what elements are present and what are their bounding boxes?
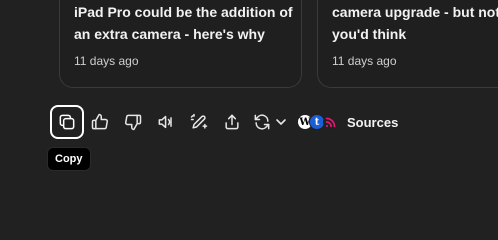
- source-card[interactable]: iPad Pro could be the addition of an ext…: [59, 0, 302, 88]
- source-card-date: 11 days ago: [332, 54, 397, 68]
- like-button[interactable]: [83, 105, 117, 139]
- edit-button[interactable]: [182, 105, 216, 139]
- source-card-title-line: camera upgrade - but not: [332, 4, 498, 20]
- sources-label: Sources: [347, 114, 399, 130]
- dislike-button[interactable]: [116, 105, 150, 139]
- refresh-icon: [254, 114, 270, 130]
- thumbs-up-icon: [91, 113, 108, 130]
- source-favicons: W t: [297, 112, 343, 132]
- share-icon: [225, 114, 239, 130]
- copy-icon: [59, 114, 75, 130]
- source-card[interactable]: camera upgrade - but not you'd think 11 …: [317, 0, 498, 88]
- pen-icon: [190, 113, 208, 129]
- source-card-title-line: iPad Pro could be the addition of: [74, 4, 293, 20]
- share-button[interactable]: [215, 105, 249, 139]
- copy-button[interactable]: [50, 105, 84, 139]
- chevron-down-icon: [276, 119, 286, 125]
- thumbs-down-icon: [125, 114, 142, 131]
- rss-icon: [323, 114, 339, 130]
- message-action-toolbar: W t Sources: [50, 105, 398, 139]
- sources-button[interactable]: W t Sources: [297, 105, 398, 139]
- source-card-title-line: you'd think: [332, 26, 407, 42]
- copy-tooltip: Copy: [47, 147, 91, 171]
- chat-response-area: iPad Pro could be the addition of an ext…: [0, 0, 498, 220]
- source-card-title-line: an extra camera - here's why: [74, 26, 265, 42]
- regenerate-button[interactable]: [248, 105, 291, 139]
- speaker-icon: [158, 115, 172, 129]
- source-card-date: 11 days ago: [74, 54, 139, 68]
- read-aloud-button[interactable]: [149, 105, 183, 139]
